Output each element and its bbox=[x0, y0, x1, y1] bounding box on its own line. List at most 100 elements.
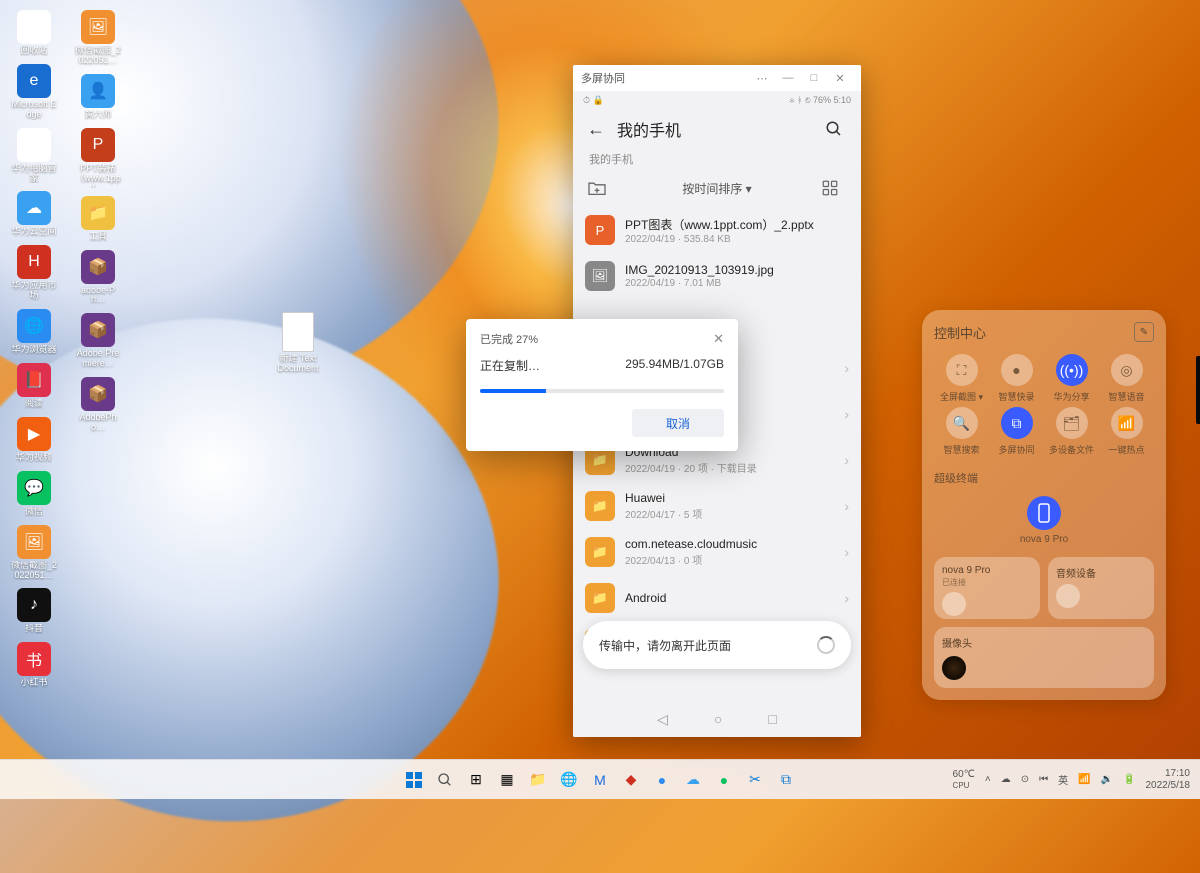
progress-size: 295.94MB/1.07GB bbox=[625, 357, 724, 371]
search-icon[interactable] bbox=[825, 120, 847, 138]
tray-media-icon[interactable]: ⏮ bbox=[1039, 774, 1048, 785]
desktop-icon[interactable]: H华为应用市场 bbox=[8, 243, 60, 303]
window-title: 多屏协同 bbox=[581, 70, 625, 86]
super-device-item[interactable]: nova 9 Pro bbox=[934, 496, 1154, 545]
file-icon: P bbox=[585, 215, 615, 245]
view-toggle-icon[interactable] bbox=[821, 179, 847, 197]
quick-toggle[interactable]: ((•))华为分享 bbox=[1044, 354, 1099, 403]
toggle-icon: ⧉ bbox=[1001, 407, 1033, 439]
file-item[interactable]: 📁com.netease.cloudmusic2022/04/13 · 0 项› bbox=[573, 529, 861, 575]
maximize-button[interactable]: □ bbox=[801, 65, 827, 91]
window-extra-button[interactable]: ⋯ bbox=[749, 65, 775, 91]
file-icon: 📁 bbox=[585, 583, 615, 613]
screenshot-icon[interactable]: ✂ bbox=[741, 766, 769, 794]
device-card[interactable]: 音频设备 bbox=[1048, 557, 1154, 619]
app-store-icon[interactable]: ◆ bbox=[617, 766, 645, 794]
desktop-icon-label: 华为电脑管家 bbox=[10, 164, 58, 184]
desktop-icon[interactable]: 🖼微信截图_2022051… bbox=[72, 8, 124, 68]
file-item[interactable]: 📁Android› bbox=[573, 575, 861, 621]
toggle-label: 智慧搜索 bbox=[943, 443, 979, 456]
desktop-icon[interactable]: 👤黄六帅 bbox=[72, 72, 124, 122]
chevron-right-icon: › bbox=[844, 498, 849, 514]
desktop-icon-grid: ♻回收站eMicrosoft EdgeM华为电脑管家☁华为云空间H华为应用市场🌐… bbox=[8, 8, 124, 748]
camera-lens-icon bbox=[942, 656, 966, 680]
app-icon: ☁ bbox=[17, 191, 51, 225]
wifi-icon[interactable]: 📶 bbox=[1078, 774, 1090, 785]
quick-toggle[interactable]: ◎智慧语音 bbox=[1099, 354, 1154, 403]
app-icon: 💬 bbox=[17, 471, 51, 505]
dialog-close-icon[interactable]: ✕ bbox=[713, 331, 724, 347]
desktop-icon[interactable]: 📕阅读 bbox=[8, 361, 60, 411]
system-tray[interactable]: 60℃CPU ˄ ☁ ⊙ ⏮ 英 📶 🔉 🔋 17:10 2022/5/18 bbox=[953, 768, 1190, 791]
quick-toggle[interactable]: ⛶全屏截图 ▾ bbox=[934, 354, 989, 403]
desktop-icon[interactable]: 🖼微信截图_2022051… bbox=[8, 523, 60, 583]
quick-toggle-grid: ⛶全屏截图 ▾●智慧快录((•))华为分享◎智慧语音 🔍智慧搜索⧉多屏协同🗂多设备… bbox=[934, 354, 1154, 456]
quick-toggle[interactable]: 📶一键热点 bbox=[1099, 407, 1154, 456]
device-card[interactable]: nova 9 Pro已连接 bbox=[934, 557, 1040, 619]
desktop-icon[interactable]: ♻回收站 bbox=[8, 8, 60, 58]
new-folder-icon[interactable] bbox=[587, 180, 613, 196]
tray-cloud-icon[interactable]: ☁ bbox=[1001, 774, 1011, 785]
clock[interactable]: 17:10 2022/5/18 bbox=[1146, 768, 1191, 791]
nav-home-icon[interactable]: ○ bbox=[714, 711, 722, 727]
back-button[interactable]: ← bbox=[587, 119, 609, 140]
quick-toggle[interactable]: 🗂多设备文件 bbox=[1044, 407, 1099, 456]
minimize-button[interactable]: — bbox=[775, 65, 801, 91]
sort-dropdown[interactable]: 按时间排序 ▾ bbox=[613, 180, 821, 197]
desktop-icon[interactable]: 📦AdobePho… bbox=[72, 375, 124, 435]
spinner-icon bbox=[817, 636, 835, 654]
camera-card[interactable]: 摄像头 bbox=[934, 627, 1154, 688]
start-button[interactable] bbox=[400, 766, 428, 794]
desktop-icon[interactable]: 💬微信 bbox=[8, 469, 60, 519]
desktop-icon-text-document[interactable]: 新建 Text Document bbox=[272, 312, 324, 374]
file-item[interactable]: PPPT图表（www.1ppt.com）_2.pptx2022/04/19 · … bbox=[573, 207, 861, 253]
ime-indicator[interactable]: 英 bbox=[1058, 772, 1068, 787]
desktop-icon[interactable]: 📁工具 bbox=[72, 194, 124, 244]
task-view-button[interactable]: ⊞ bbox=[462, 766, 490, 794]
desktop-icon[interactable]: PPPT装裱（www.1ppt… bbox=[72, 126, 124, 190]
file-meta: 2022/04/19 · 7.01 MB bbox=[625, 278, 849, 289]
quick-toggle[interactable]: ⧉多屏协同 bbox=[989, 407, 1044, 456]
wechat-icon[interactable]: ● bbox=[710, 766, 738, 794]
edge-icon[interactable]: 🌐 bbox=[555, 766, 583, 794]
cloud-icon[interactable]: ☁ bbox=[679, 766, 707, 794]
app-icon: H bbox=[17, 245, 51, 279]
desktop-icon[interactable]: 📦adobe-Ph… bbox=[72, 248, 124, 308]
file-item[interactable]: 🖼IMG_20210913_103919.jpg2022/04/19 · 7.0… bbox=[573, 253, 861, 299]
desktop-icon-label: 新建 Text Document bbox=[272, 354, 324, 374]
cancel-button[interactable]: 取消 bbox=[632, 409, 724, 437]
progress-status: 正在复制… bbox=[480, 359, 540, 373]
file-item[interactable]: 📁Huawei2022/04/17 · 5 项› bbox=[573, 483, 861, 529]
desktop-icon-label: PPT装裱（www.1ppt… bbox=[74, 164, 122, 188]
quick-toggle[interactable]: ●智慧快录 bbox=[989, 354, 1044, 403]
multi-screen-icon[interactable]: ⧉ bbox=[772, 766, 800, 794]
file-name: com.netease.cloudmusic bbox=[625, 537, 844, 551]
desktop-icon[interactable]: M华为电脑管家 bbox=[8, 126, 60, 186]
tray-manager-icon[interactable]: ⊙ bbox=[1021, 774, 1029, 785]
desktop-icon[interactable]: 书小红书 bbox=[8, 640, 60, 690]
pc-manager-icon[interactable]: M bbox=[586, 766, 614, 794]
volume-icon[interactable]: 🔉 bbox=[1101, 774, 1113, 785]
search-button[interactable] bbox=[431, 766, 459, 794]
explorer-icon[interactable]: 📁 bbox=[524, 766, 552, 794]
quick-toggle[interactable]: 🔍智慧搜索 bbox=[934, 407, 989, 456]
window-titlebar[interactable]: 多屏协同 ⋯ — □ ✕ bbox=[573, 65, 861, 91]
desktop-icon-label: Microsoft Edge bbox=[10, 100, 58, 120]
desktop-icon[interactable]: 📦Adobe Premiere… bbox=[72, 311, 124, 371]
nav-recent-icon[interactable]: □ bbox=[768, 711, 776, 727]
widgets-button[interactable]: ▦ bbox=[493, 766, 521, 794]
desktop-icon[interactable]: ☁华为云空间 bbox=[8, 189, 60, 239]
nav-back-icon[interactable]: ◁ bbox=[657, 711, 668, 728]
browser-icon[interactable]: ● bbox=[648, 766, 676, 794]
phone-status-bar: ⏱ 🔒 ✻ ᚼ ⎋ 76% 5:10 bbox=[573, 91, 861, 109]
toggle-label: 华为分享 bbox=[1053, 390, 1089, 403]
close-button[interactable]: ✕ bbox=[827, 65, 853, 91]
battery-icon[interactable]: 🔋 bbox=[1123, 774, 1135, 785]
tray-chevron-icon[interactable]: ˄ bbox=[985, 774, 991, 785]
edge-panel-handle[interactable] bbox=[1196, 356, 1200, 424]
edit-icon[interactable]: ✎ bbox=[1134, 322, 1154, 342]
desktop-icon[interactable]: eMicrosoft Edge bbox=[8, 62, 60, 122]
desktop-icon[interactable]: 🌐华为浏览器 bbox=[8, 307, 60, 357]
desktop-icon[interactable]: ▶华为视频 bbox=[8, 415, 60, 465]
desktop-icon[interactable]: ♪抖音 bbox=[8, 586, 60, 636]
